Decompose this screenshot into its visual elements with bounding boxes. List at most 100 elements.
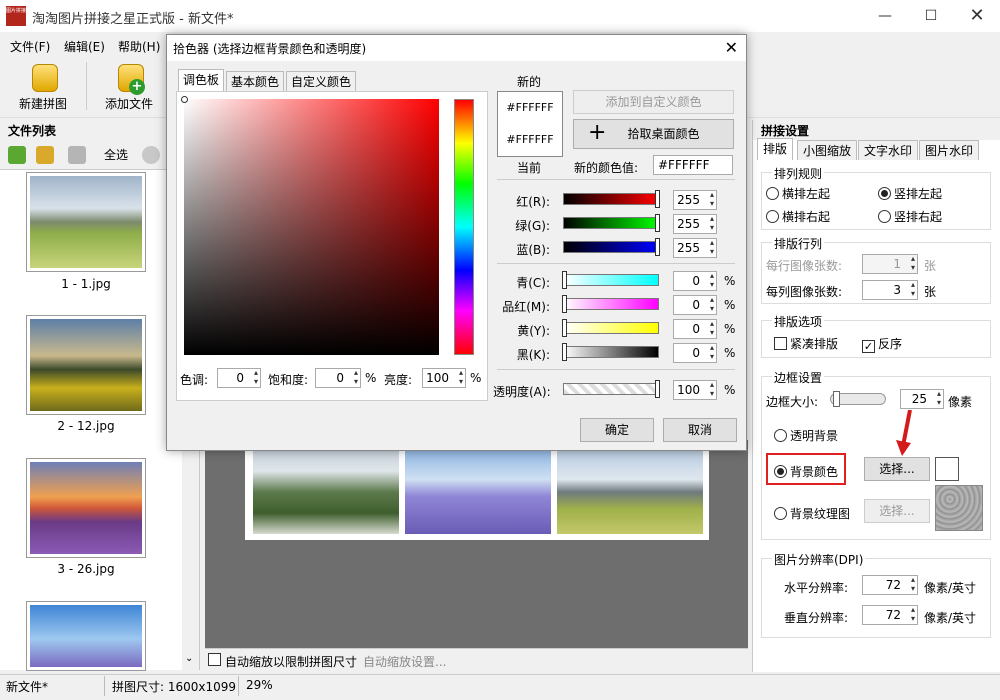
new-collage-icon xyxy=(32,64,58,92)
select-all-button[interactable]: 全选 xyxy=(104,146,128,163)
arrange-group: 排列规则 横排左起 竖排左起 横排右起 竖排右起 xyxy=(761,165,991,230)
arrange-vert-right[interactable]: 竖排右起 xyxy=(878,208,942,225)
dpi-v-label: 垂直分辨率: xyxy=(784,611,849,625)
new-color-label: 新的 xyxy=(517,75,542,89)
tab-thumb-scale[interactable]: 小图缩放 xyxy=(797,140,858,160)
cyan-stepper[interactable]: 0 xyxy=(673,271,717,291)
tab-text-watermark[interactable]: 文字水印 xyxy=(858,140,919,160)
hue-slider[interactable] xyxy=(447,96,481,355)
app-icon: 图片拼接 xyxy=(6,6,26,26)
add-custom-color-button[interactable]: 添加到自定义颜色 xyxy=(573,90,734,114)
magenta-stepper[interactable]: 0 xyxy=(673,295,717,315)
menu-edit[interactable]: 编辑(E) xyxy=(64,38,105,55)
file-thumbnail-1[interactable] xyxy=(26,172,146,272)
color-swatch[interactable] xyxy=(935,457,959,481)
slider-handle[interactable] xyxy=(562,319,567,337)
pick-desktop-color-button[interactable]: + 拾取桌面颜色 xyxy=(573,119,734,149)
red-stepper[interactable]: 255 xyxy=(673,190,717,210)
blue-slider[interactable] xyxy=(563,238,660,256)
slider-handle[interactable] xyxy=(562,271,567,289)
info-icon[interactable] xyxy=(142,146,160,164)
slider-handle[interactable] xyxy=(562,295,567,313)
radio-icon xyxy=(766,210,779,223)
magenta-label: 品红(M): xyxy=(502,300,550,314)
green-slider[interactable] xyxy=(563,214,660,232)
new-collage-button[interactable]: 新建拼图 xyxy=(8,60,78,116)
cyan-slider[interactable] xyxy=(562,271,659,289)
status-size: 拼图尺寸: 1600x1099 xyxy=(112,680,237,694)
arrange-horiz-left[interactable]: 横排左起 xyxy=(766,185,830,202)
per-row-label: 每行图像张数: xyxy=(766,259,843,273)
slider-handle[interactable] xyxy=(655,380,660,398)
dpi-h-stepper[interactable]: 72 xyxy=(862,575,918,595)
add-image-icon[interactable] xyxy=(8,146,26,164)
slider-handle[interactable] xyxy=(655,190,660,208)
reverse-checkbox[interactable]: ✓ 反序 xyxy=(862,335,902,353)
yellow-stepper[interactable]: 0 xyxy=(673,319,717,339)
brightness-percent: % xyxy=(470,371,482,385)
file-thumbnail-4[interactable] xyxy=(26,601,146,671)
red-slider[interactable] xyxy=(563,190,660,208)
add-folder-icon[interactable] xyxy=(36,146,54,164)
dialog-separator xyxy=(497,369,735,370)
maximize-button[interactable]: ☐ xyxy=(908,0,954,32)
menu-help[interactable]: 帮助(H) xyxy=(118,38,160,55)
dpi-v-stepper[interactable]: 72 xyxy=(862,605,918,625)
choose-texture-button[interactable]: 选择... xyxy=(864,499,930,523)
sv-cursor[interactable] xyxy=(181,96,188,103)
rows-group: 排版行列 每行图像张数: 1 张 每列图像张数: 3 张 xyxy=(761,235,991,304)
cancel-button[interactable]: 取消 xyxy=(663,418,737,442)
opacity-slider[interactable] xyxy=(563,380,660,398)
choose-color-button[interactable]: 选择... xyxy=(864,457,930,481)
compact-checkbox[interactable]: 紧凑排版 xyxy=(774,335,838,352)
black-slider[interactable] xyxy=(562,343,659,361)
hex-value-input[interactable]: #FFFFFF xyxy=(653,155,733,175)
tab-basic-colors[interactable]: 基本颜色 xyxy=(226,71,285,91)
brightness-stepper[interactable]: 100 xyxy=(422,368,466,388)
transparent-bg-radio[interactable]: 透明背景 xyxy=(774,427,838,444)
slider-handle[interactable] xyxy=(655,214,660,232)
rows-title: 排版行列 xyxy=(772,235,825,252)
tab-custom-colors[interactable]: 自定义颜色 xyxy=(286,71,357,91)
per-col-stepper[interactable]: 3 xyxy=(862,280,918,300)
magenta-percent: % xyxy=(724,298,736,312)
arrange-horiz-right[interactable]: 横排右起 xyxy=(766,208,830,225)
auto-zoom-checkbox[interactable] xyxy=(208,653,221,666)
minimize-button[interactable]: — xyxy=(862,0,908,32)
close-button[interactable]: ✕ xyxy=(954,0,1000,32)
slider-handle[interactable] xyxy=(562,343,567,361)
black-stepper[interactable]: 0 xyxy=(673,343,717,363)
tab-image-watermark[interactable]: 图片水印 xyxy=(919,140,980,160)
bg-texture-radio[interactable]: 背景纹理图 xyxy=(774,505,850,522)
border-size-slider[interactable] xyxy=(830,391,886,407)
tab-layout[interactable]: 排版 xyxy=(757,138,794,160)
dialog-close-icon[interactable]: ✕ xyxy=(725,38,738,57)
add-file-button[interactable]: 添加文件 xyxy=(94,60,164,116)
texture-preview xyxy=(935,485,983,531)
ok-button[interactable]: 确定 xyxy=(580,418,654,442)
brightness-label: 亮度: xyxy=(384,373,413,387)
menu-file[interactable]: 文件(F) xyxy=(10,38,50,55)
yellow-slider[interactable] xyxy=(562,319,659,337)
magenta-slider[interactable] xyxy=(562,295,659,313)
border-size-stepper[interactable]: 25 xyxy=(900,389,944,409)
auto-zoom-settings-link[interactable]: 自动缩放设置... xyxy=(363,653,446,670)
opacity-stepper[interactable]: 100 xyxy=(673,380,717,400)
saturation-value-field[interactable] xyxy=(181,96,439,355)
scroll-down-icon[interactable]: ⌄ xyxy=(185,653,193,664)
file-thumbnail-2[interactable] xyxy=(26,315,146,415)
file-thumbnail-3[interactable] xyxy=(26,458,146,558)
green-stepper[interactable]: 255 xyxy=(673,214,717,234)
hue-stepper[interactable]: 0 xyxy=(217,368,261,388)
tab-palette[interactable]: 调色板 xyxy=(178,69,225,91)
saturation-stepper[interactable]: 0 xyxy=(315,368,361,388)
per-row-stepper[interactable]: 1 xyxy=(862,254,918,274)
remove-image-icon[interactable] xyxy=(68,146,86,164)
opacity-percent: % xyxy=(724,383,736,397)
blue-stepper[interactable]: 255 xyxy=(673,238,717,258)
slider-handle[interactable] xyxy=(655,238,660,256)
slider-handle[interactable] xyxy=(833,391,840,407)
annotation-arrow-icon xyxy=(896,410,912,456)
arrange-vert-left[interactable]: 竖排左起 xyxy=(878,185,942,202)
bg-color-radio[interactable]: 背景颜色 xyxy=(774,463,838,480)
